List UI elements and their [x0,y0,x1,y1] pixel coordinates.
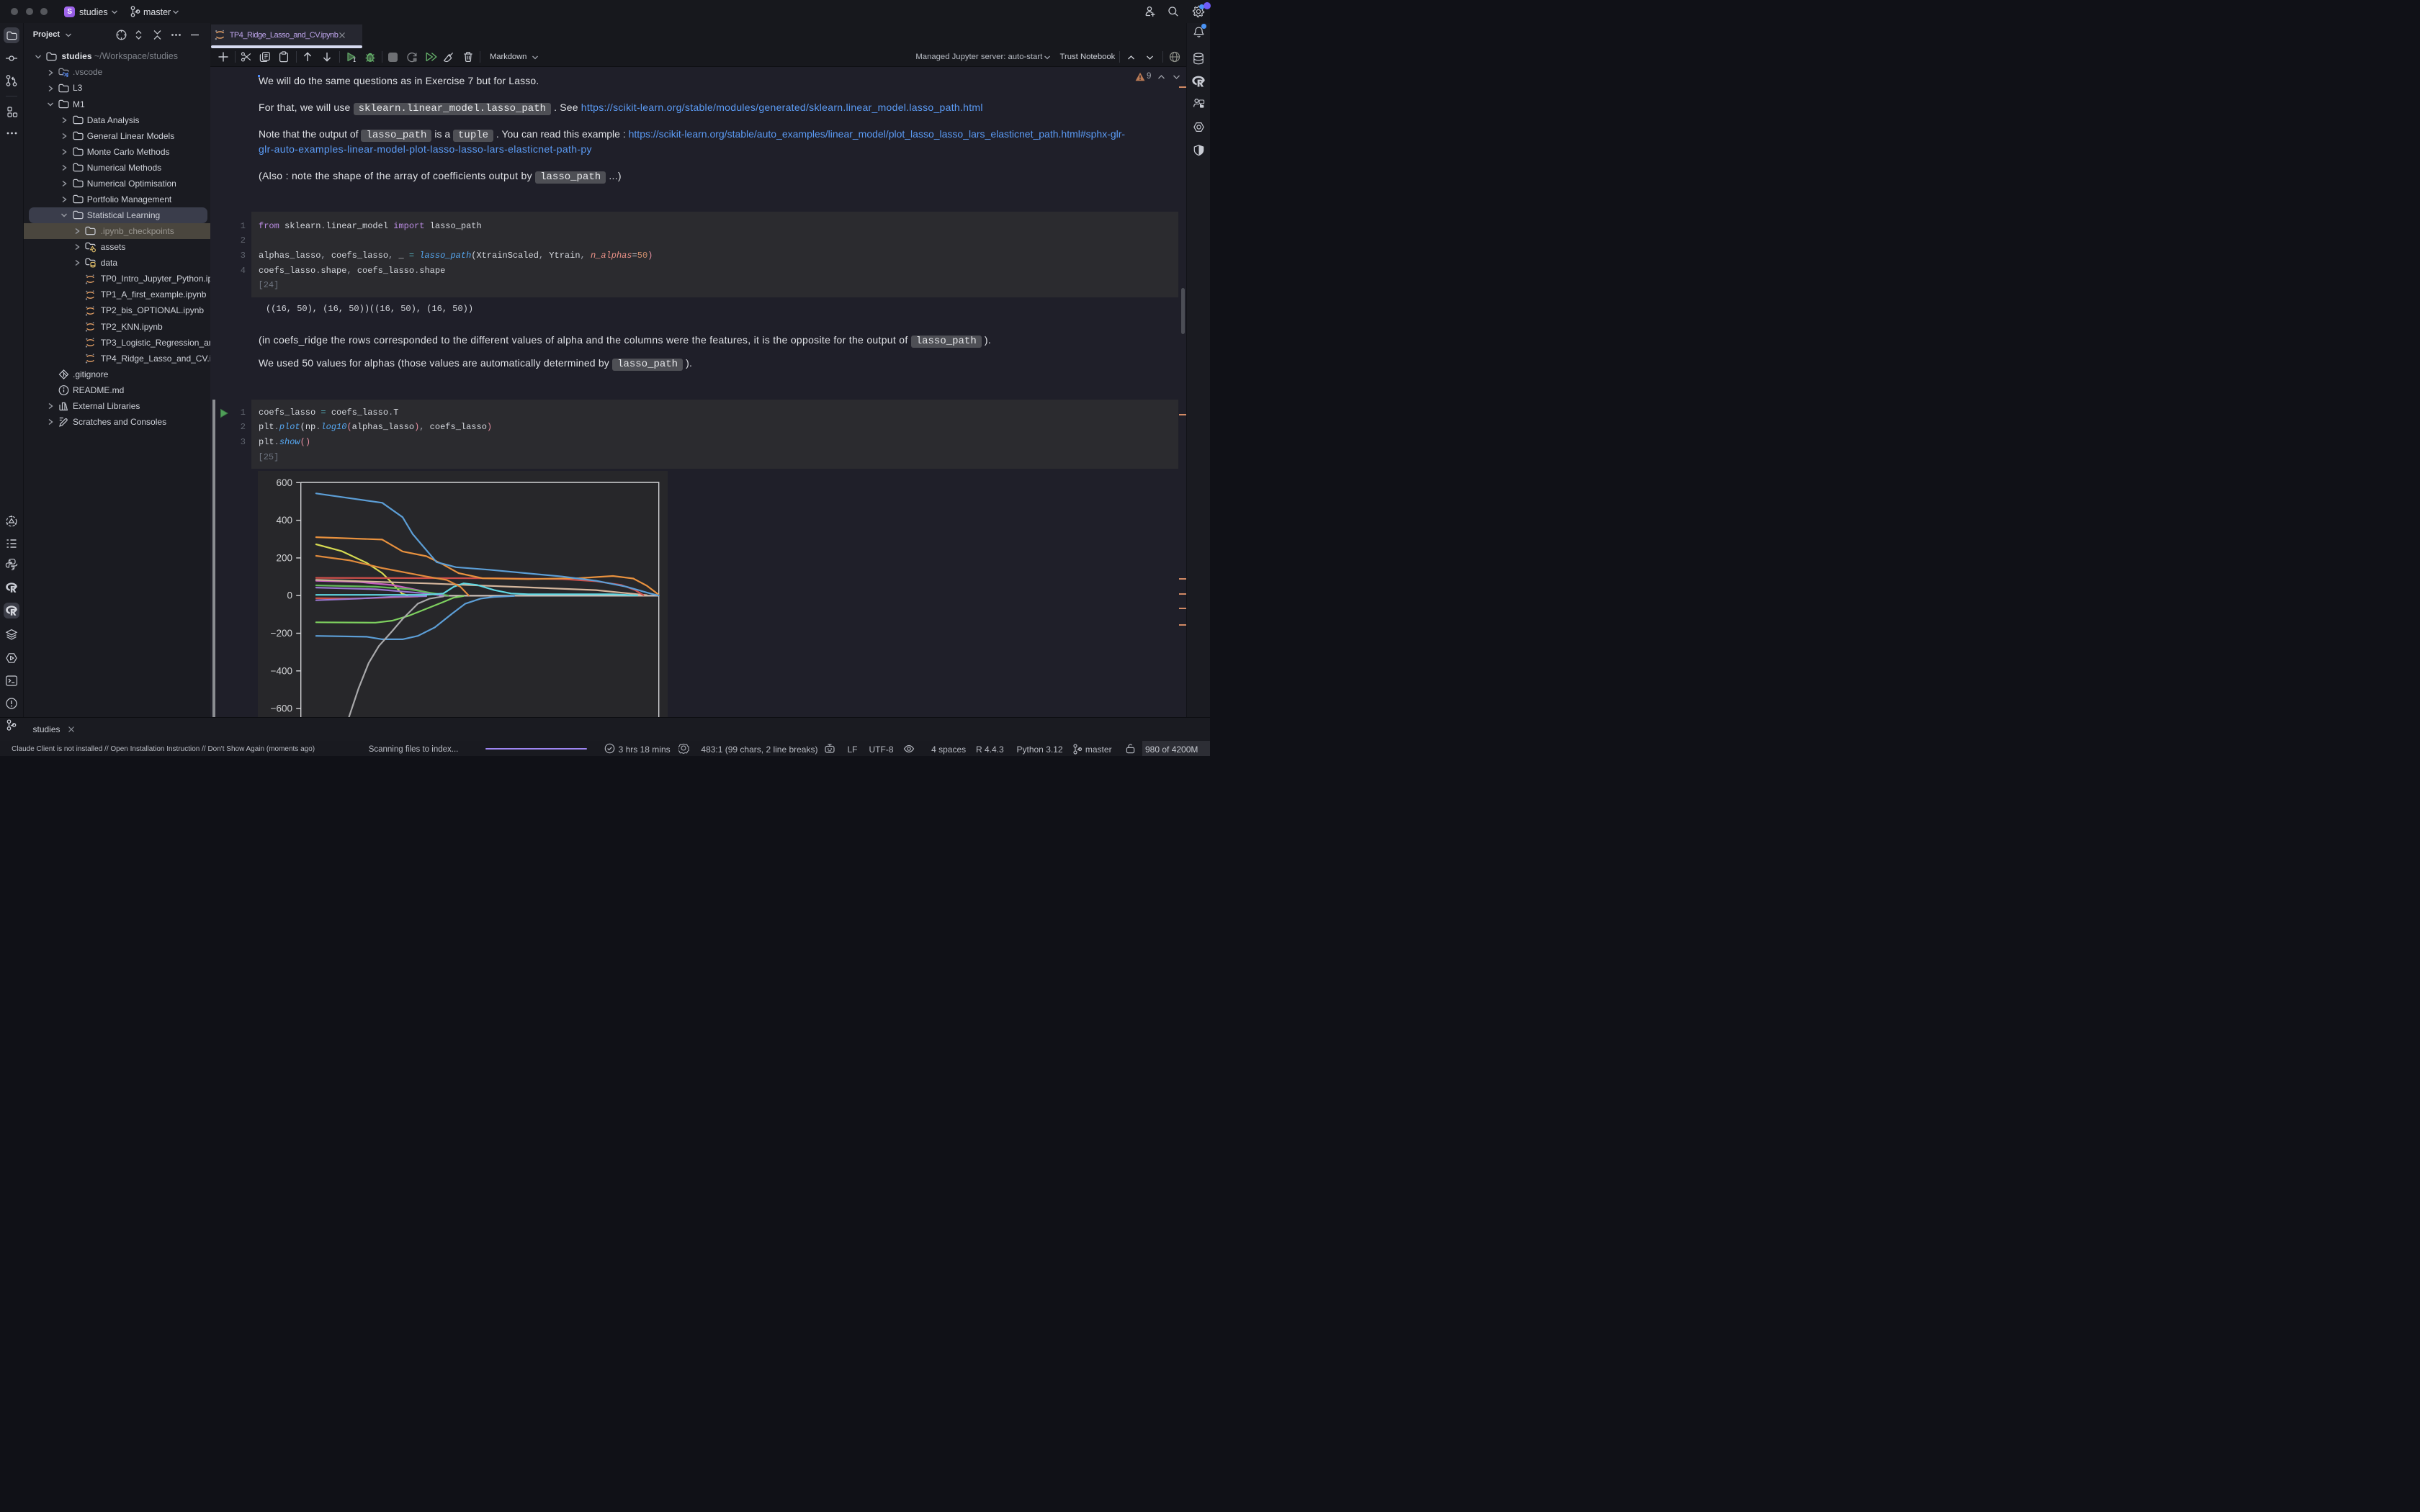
svg-text:200: 200 [276,552,292,563]
svg-text:600: 600 [276,477,292,488]
svg-text:−600: −600 [271,703,292,714]
svg-text:0: 0 [287,590,292,601]
svg-text:−200: −200 [271,628,292,639]
svg-text:400: 400 [276,515,292,526]
svg-text:−400: −400 [271,665,292,676]
